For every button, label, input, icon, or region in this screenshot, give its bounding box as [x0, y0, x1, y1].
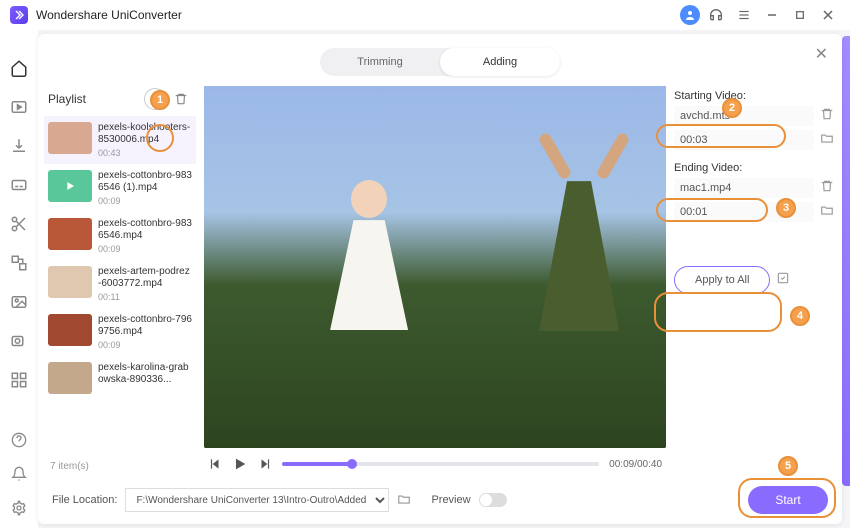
- mode-tabs: Trimming Adding: [320, 48, 560, 76]
- left-navigation-rail: [0, 30, 38, 528]
- app-logo: [10, 6, 28, 24]
- playlist-item-duration: 00:09: [98, 196, 192, 206]
- playlist-item[interactable]: pexels-cottonbro-9836546.mp4 00:09: [44, 212, 196, 260]
- video-preview[interactable]: [204, 86, 666, 448]
- playlist-item[interactable]: pexels-cottonbro-7969756.mp4 00:09: [44, 308, 196, 356]
- starting-video-file: avchd.mts: [674, 106, 814, 126]
- apply-options-icon[interactable]: [776, 271, 790, 290]
- minimize-button[interactable]: [760, 3, 784, 27]
- playlist-thumbnail: [48, 266, 92, 298]
- preview-label: Preview: [431, 494, 470, 506]
- playlist-title: Playlist: [48, 92, 140, 106]
- nav-settings-icon[interactable]: [9, 498, 29, 518]
- bottom-bar: File Location: F:\Wondershare UniConvert…: [38, 476, 842, 524]
- playlist-thumbnail: [48, 122, 92, 154]
- open-location-button[interactable]: [397, 492, 411, 509]
- preview-column: 00:09/00:40: [204, 86, 666, 476]
- tab-adding[interactable]: Adding: [440, 48, 560, 76]
- nav-home-icon[interactable]: [9, 58, 29, 77]
- delete-starting-video-button[interactable]: [820, 107, 834, 126]
- playlist-item-name: pexels-cottonbro-9836546.mp4: [98, 218, 192, 242]
- delete-ending-video-button[interactable]: [820, 179, 834, 198]
- playlist-count: 7 item(s): [44, 457, 196, 476]
- right-accent-strip: [842, 36, 850, 486]
- nav-player-icon[interactable]: [9, 97, 29, 116]
- playlist-item-duration: 00:43: [98, 148, 192, 158]
- app-title: Wondershare UniConverter: [36, 8, 182, 22]
- ending-video-label: Ending Video:: [674, 162, 834, 174]
- playlist-thumbnail: [48, 170, 92, 202]
- nav-toolbox-icon[interactable]: [9, 371, 29, 390]
- hamburger-menu-icon[interactable]: [732, 3, 756, 27]
- playlist-item-name: pexels-cottonbro-7969756.mp4: [98, 314, 192, 338]
- playlist-item-name: pexels-cottonbro-9836546 (1).mp4: [98, 170, 192, 194]
- nav-record-icon[interactable]: [9, 332, 29, 351]
- preview-toggle[interactable]: [479, 493, 507, 507]
- playlist-items-container: pexels-koolshooters-8530006.mp400:43pexe…: [44, 116, 196, 457]
- playlist-thumbnail: [48, 362, 92, 394]
- nav-subtitle-icon[interactable]: [9, 175, 29, 194]
- playlist-item-duration: 00:09: [98, 340, 192, 350]
- file-location-label: File Location:: [52, 494, 117, 506]
- prev-frame-button[interactable]: [208, 457, 222, 471]
- nav-help-icon[interactable]: [9, 430, 29, 450]
- play-button[interactable]: [232, 456, 248, 472]
- playlist-item-name: pexels-artem-podrez-6003772.mp4: [98, 266, 192, 290]
- nav-cut-icon[interactable]: [9, 214, 29, 233]
- nav-image-icon[interactable]: [9, 293, 29, 312]
- ending-video-duration: 00:01: [674, 202, 814, 222]
- maximize-button[interactable]: [788, 3, 812, 27]
- file-location-select[interactable]: F:\Wondershare UniConverter 13\Intro-Out…: [125, 488, 389, 512]
- next-frame-button[interactable]: [258, 457, 272, 471]
- seek-bar[interactable]: [282, 462, 599, 466]
- playlist-item-duration: 00:11: [98, 292, 192, 302]
- playlist-item[interactable]: pexels-karolina-grabowska-890336...: [44, 356, 196, 400]
- delete-from-playlist-button[interactable]: [170, 88, 192, 110]
- playback-controls: 00:09/00:40: [204, 448, 666, 476]
- browse-starting-video-button[interactable]: [820, 131, 834, 150]
- close-panel-button[interactable]: ✕: [815, 44, 828, 64]
- playlist-item-name: pexels-karolina-grabowska-890336...: [98, 362, 192, 386]
- playlist-item[interactable]: pexels-artem-podrez-6003772.mp4 00:11: [44, 260, 196, 308]
- tab-trimming[interactable]: Trimming: [320, 48, 440, 76]
- add-to-playlist-button[interactable]: [144, 88, 166, 110]
- playlist-item[interactable]: pexels-cottonbro-9836546 (1).mp4 00:09: [44, 164, 196, 212]
- starting-video-label: Starting Video:: [674, 90, 834, 102]
- close-window-button[interactable]: [816, 3, 840, 27]
- nav-download-icon[interactable]: [9, 136, 29, 155]
- user-account-icon[interactable]: [680, 5, 700, 25]
- titlebar: Wondershare UniConverter: [0, 0, 850, 30]
- settings-column: Starting Video: avchd.mts 00:03 Ending V…: [674, 86, 834, 476]
- editor-panel: ✕ Trimming Adding Playlist pexels: [38, 34, 842, 524]
- headset-support-icon[interactable]: [704, 3, 728, 27]
- playback-time: 00:09/00:40: [609, 459, 662, 470]
- apply-to-all-button[interactable]: Apply to All: [674, 266, 770, 294]
- playlist-thumbnail: [48, 218, 92, 250]
- start-button[interactable]: Start: [748, 486, 828, 514]
- playlist-item[interactable]: pexels-koolshooters-8530006.mp4 00:43: [44, 116, 196, 164]
- playlist-item-name: pexels-koolshooters-8530006.mp4: [98, 122, 192, 146]
- ending-video-file: mac1.mp4: [674, 178, 814, 198]
- browse-ending-video-button[interactable]: [820, 203, 834, 222]
- playlist-column: Playlist pexels-koolshooters-8530006.mp4…: [44, 86, 196, 476]
- playlist-thumbnail: [48, 314, 92, 346]
- nav-notification-icon[interactable]: [9, 464, 29, 484]
- nav-merge-icon[interactable]: [9, 254, 29, 273]
- starting-video-duration: 00:03: [674, 130, 814, 150]
- playlist-item-duration: 00:09: [98, 244, 192, 254]
